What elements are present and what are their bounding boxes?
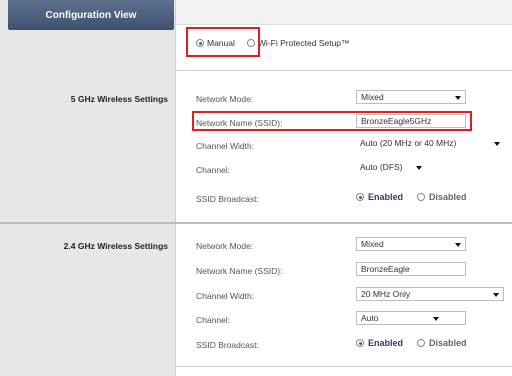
channel-select-24ghz[interactable]: Auto — [356, 311, 466, 325]
manual-highlight-box — [186, 27, 260, 57]
ssid-broadcast-radios-24ghz: Enabled Disabled — [356, 338, 467, 348]
wps-label: Wi-Fi Protected Setup™ — [257, 38, 350, 48]
network-mode-select-24ghz[interactable]: Mixed — [356, 237, 466, 251]
network-mode-label-24ghz: Network Mode: — [196, 241, 254, 251]
channel-width-select-24ghz[interactable]: 20 MHz Only — [356, 287, 504, 301]
configuration-view-title: Configuration View — [45, 9, 137, 21]
network-mode-value-5ghz: Mixed — [361, 92, 384, 102]
network-mode-label-5ghz: Network Mode: — [196, 94, 254, 104]
channel-width-select-5ghz[interactable]: Auto (20 MHz or 40 MHz) — [356, 137, 504, 151]
chevron-down-icon — [433, 317, 439, 321]
enabled-option-24ghz[interactable]: Enabled — [356, 338, 403, 348]
ssid-broadcast-radios-5ghz: Enabled Disabled — [356, 192, 467, 202]
bottom-divider — [176, 366, 512, 367]
wps-option[interactable]: Wi-Fi Protected Setup™ — [246, 38, 350, 48]
channel-width-value-5ghz: Auto (20 MHz or 40 MHz) — [360, 138, 457, 148]
chevron-down-icon — [493, 293, 499, 297]
section-title-24ghz: 2.4 GHz Wireless Settings — [63, 241, 168, 251]
chevron-down-icon — [416, 166, 422, 170]
divider — [176, 70, 512, 71]
ssid-input-24ghz[interactable]: BronzeEagle — [356, 262, 466, 276]
channel-width-value-24ghz: 20 MHz Only — [361, 289, 411, 299]
configuration-view-header: Configuration View — [8, 0, 174, 30]
channel-width-label-24ghz: Channel Width: — [196, 291, 255, 301]
ssid-highlight-box — [192, 111, 472, 131]
chevron-down-icon — [494, 142, 500, 146]
enabled-radio-5ghz[interactable] — [356, 193, 364, 201]
disabled-label-24ghz: Disabled — [429, 338, 467, 348]
disabled-option-24ghz[interactable]: Disabled — [417, 338, 467, 348]
enabled-radio-24ghz[interactable] — [356, 339, 364, 347]
section-divider — [0, 222, 512, 224]
channel-label-24ghz: Channel: — [196, 315, 231, 325]
disabled-radio-24ghz[interactable] — [417, 339, 426, 347]
section-title-5ghz: 5 GHz Wireless Settings — [70, 94, 168, 104]
disabled-option-5ghz[interactable]: Disabled — [417, 192, 467, 202]
left-column — [0, 0, 176, 376]
ssid-value-24ghz: BronzeEagle — [361, 264, 410, 274]
enabled-label-5ghz: Enabled — [368, 192, 404, 202]
chevron-down-icon — [455, 96, 461, 100]
enabled-option-5ghz[interactable]: Enabled — [356, 192, 403, 202]
channel-value-5ghz: Auto (DFS) — [360, 162, 403, 172]
chevron-down-icon — [455, 243, 461, 247]
network-mode-value-24ghz: Mixed — [361, 239, 384, 249]
disabled-radio-5ghz[interactable] — [417, 193, 426, 201]
channel-select-5ghz[interactable]: Auto (DFS) — [356, 161, 466, 175]
disabled-label-5ghz: Disabled — [429, 192, 467, 202]
ssid-broadcast-label-24ghz: SSID Broadcast: — [196, 340, 259, 350]
ssid-label-24ghz: Network Name (SSID): — [196, 266, 283, 276]
enabled-label-24ghz: Enabled — [368, 338, 404, 348]
ssid-broadcast-label-5ghz: SSID Broadcast: — [196, 194, 259, 204]
right-header-bar — [176, 0, 512, 25]
network-mode-select-5ghz[interactable]: Mixed — [356, 90, 466, 104]
channel-value-24ghz: Auto — [361, 313, 379, 323]
channel-label-5ghz: Channel: — [196, 165, 231, 175]
channel-width-label-5ghz: Channel Width: — [196, 141, 255, 151]
